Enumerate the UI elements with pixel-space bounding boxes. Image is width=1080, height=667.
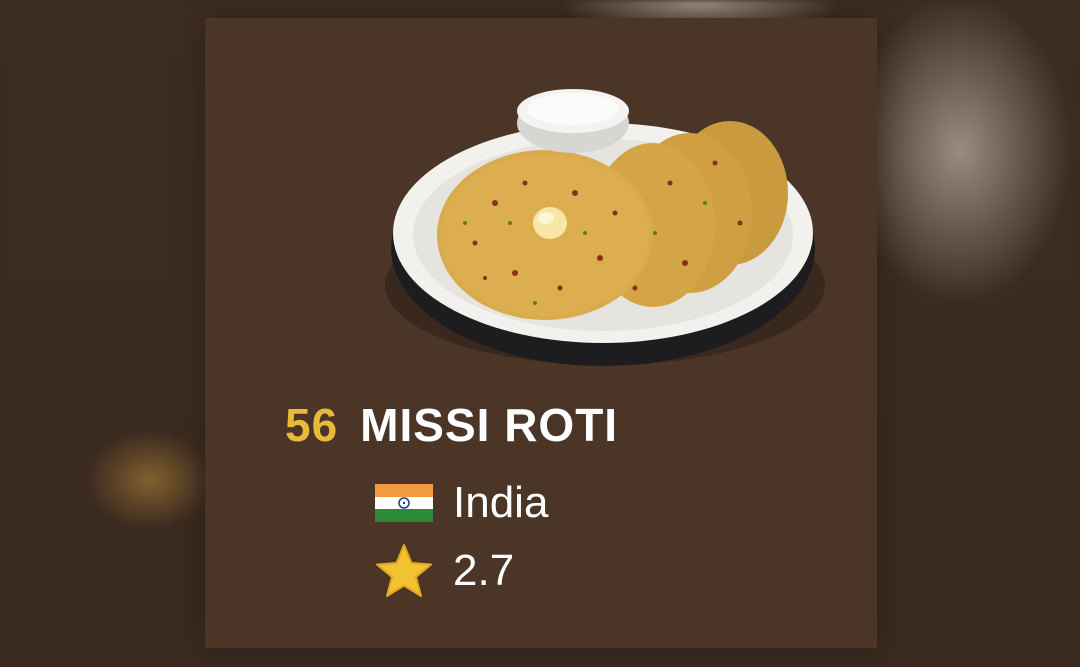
dish-country: India (453, 478, 549, 527)
rating-row: 2.7 (375, 543, 514, 599)
dish-rating: 2.7 (453, 546, 515, 595)
dish-photo (385, 89, 825, 366)
title-row: 56 MISSI ROTI (285, 398, 618, 452)
india-flag-icon (375, 484, 433, 522)
dish-name: MISSI ROTI (360, 399, 619, 451)
country-row: India (375, 478, 548, 528)
dish-rank: 56 (285, 399, 339, 451)
star-icon (376, 544, 432, 597)
dish-card: 56 MISSI ROTI India 2.7 (205, 18, 877, 648)
